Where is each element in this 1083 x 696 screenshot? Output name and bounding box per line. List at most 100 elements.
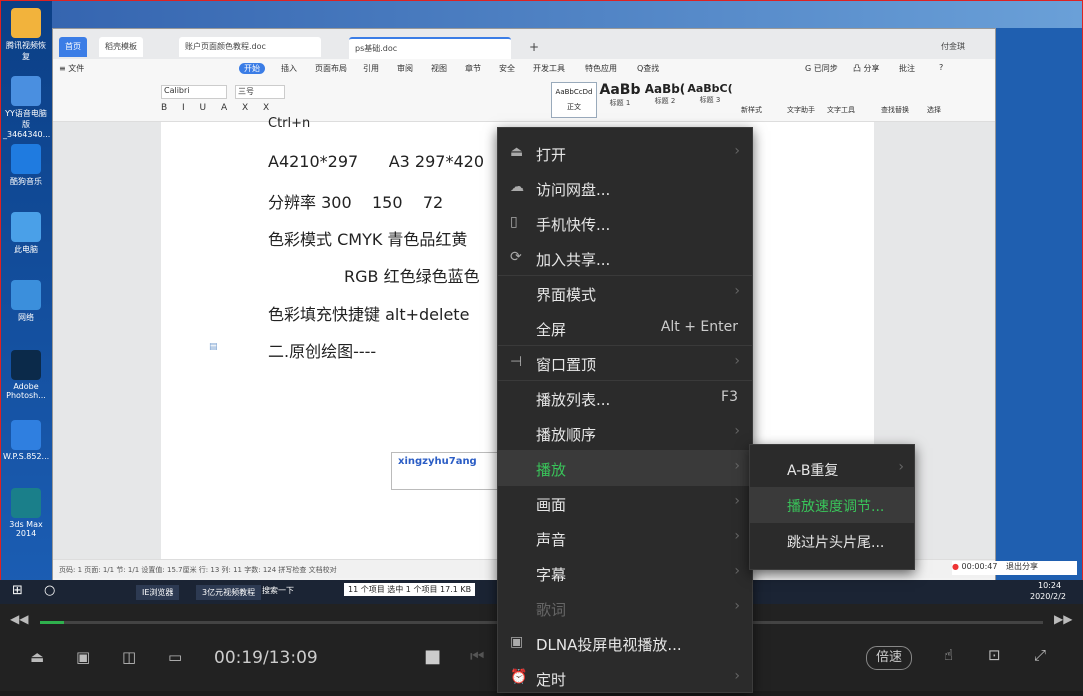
context-item-5[interactable]: 全屏 Alt + Enter <box>498 311 752 346</box>
menu-file[interactable]: ≡ 文件 <box>59 63 84 74</box>
style-h1-label: 标题 1 <box>609 99 631 107</box>
context-item-label: 界面模式 <box>536 286 597 304</box>
stop-icon[interactable]: ■ <box>424 646 441 667</box>
menu-references[interactable]: 引用 <box>363 63 379 74</box>
ime-input-box[interactable]: xingzyhu7ang <box>391 452 505 490</box>
context-item-13: 歌词 › <box>498 591 752 626</box>
desktop-icon-6[interactable]: W.P.S.852... <box>3 420 49 461</box>
play-submenu: A-B重复 › 播放速度调节... 跳过片头片尾... <box>749 444 915 570</box>
context-item-2[interactable]: ▯ 手机快传... <box>498 206 752 241</box>
seek-forward-icon[interactable]: ▶▶ <box>1054 612 1072 626</box>
context-item-4[interactable]: 界面模式 › <box>498 276 752 311</box>
style-normal[interactable]: AaBbCcDd 正文 <box>551 82 597 118</box>
desktop-icon-0[interactable]: 腾讯视频恢复 <box>3 8 49 62</box>
share-exit-button[interactable]: 退出分享 <box>1006 562 1038 571</box>
menu-special[interactable]: 特色应用 <box>585 63 617 74</box>
menu-view[interactable]: 视图 <box>431 63 447 74</box>
menu-chapter[interactable]: 章节 <box>465 63 481 74</box>
seek-back-icon[interactable]: ◀◀ <box>10 612 28 626</box>
windows-start-icon[interactable]: ⊞ <box>12 583 23 598</box>
menu-security[interactable]: 安全 <box>499 63 515 74</box>
context-item-1[interactable]: ☁ 访问网盘... <box>498 171 752 206</box>
menu-review[interactable]: 审阅 <box>397 63 413 74</box>
screenshot-icon[interactable]: ◫ <box>122 648 136 666</box>
menu-share[interactable]: 凸 分享 <box>853 63 880 74</box>
previous-icon[interactable]: ⏮ <box>470 646 484 666</box>
user-name[interactable]: 付金琪 <box>935 37 971 57</box>
font-family-select[interactable]: Calibri <box>161 85 227 99</box>
desktop-icon-5[interactable]: Adobe Photosh... <box>3 350 49 400</box>
tv-icon: ▣ <box>510 634 524 650</box>
select-button[interactable]: 选择 <box>927 105 941 115</box>
format-buttons[interactable]: B I U A X X <box>161 103 275 113</box>
desktop-icon-label: YY语音电脑版_3464340... <box>3 109 51 139</box>
desktop-icon-2[interactable]: 酷狗音乐 <box>3 144 49 187</box>
taskbar-item-ie[interactable]: IE浏览器 <box>136 585 180 600</box>
context-item-label: 播放顺序 <box>536 426 597 444</box>
context-item-9[interactable]: 播放 › <box>498 451 752 486</box>
share-icon: ⟳ <box>510 249 522 265</box>
context-item-label: 访问网盘... <box>536 181 611 199</box>
tab-doc-2[interactable]: ps基础.doc <box>349 37 511 59</box>
context-item-8[interactable]: 播放顺序 › <box>498 416 752 451</box>
menu-help[interactable]: ? <box>939 63 943 72</box>
folder-icon <box>11 8 41 38</box>
submenu-item-2[interactable]: 跳过片头片尾... <box>750 523 914 559</box>
menu-start[interactable]: 开始 <box>239 63 265 74</box>
context-item-label: 歌词 <box>536 601 567 619</box>
new-tab-button[interactable]: + <box>523 37 545 57</box>
context-item-12[interactable]: 字幕 › <box>498 556 752 591</box>
context-item-6[interactable]: ⊣ 窗口置顶 › <box>498 346 752 381</box>
style-heading-1[interactable]: AaBb 标题 1 <box>598 82 642 116</box>
menu-dev[interactable]: 开发工具 <box>533 63 565 74</box>
desktop-icon-label: 酷狗音乐 <box>10 177 42 186</box>
submenu-item-1[interactable]: 播放速度调节... <box>750 487 914 523</box>
find-replace-button[interactable]: 查找替换 <box>881 105 909 115</box>
style-normal-label: 正文 <box>567 103 581 111</box>
context-item-7[interactable]: 播放列表... F3 <box>498 381 752 416</box>
menu-search[interactable]: Q查找 <box>637 63 659 74</box>
desktop-icon-7[interactable]: 3ds Max 2014 <box>3 488 49 538</box>
font-size-select[interactable]: 三号 <box>235 85 285 99</box>
new-style-button[interactable]: 新样式 <box>741 105 762 115</box>
playlist-icon[interactable]: ▣ <box>76 648 90 666</box>
style-heading-3[interactable]: AaBbC( 标题 3 <box>687 82 733 116</box>
doc-line-1: A4210*297 A3 297*420 <box>268 152 485 171</box>
capture-icon[interactable]: ▭ <box>168 648 182 666</box>
style-heading-2[interactable]: AaBb( 标题 2 <box>643 82 687 116</box>
desktop-icon-4[interactable]: 网络 <box>3 280 49 323</box>
fullscreen-icon[interactable]: ⤢ <box>1034 646 1046 664</box>
text-assistant-button[interactable]: 文字助手 <box>787 105 815 115</box>
taskbar-item-search[interactable]: 搜索一下 <box>262 585 294 596</box>
speed-button[interactable]: 倍速 <box>866 646 912 670</box>
tab-home[interactable]: 首页 <box>59 37 87 57</box>
taskbar-item-video[interactable]: 3亿元视频教程 <box>196 585 262 600</box>
explorer-status: 11 个项目 选中 1 个项目 17.1 KB <box>344 583 476 596</box>
wps-menu-bar: ≡ 文件 开始 插入 页面布局 引用 审阅 视图 章节 安全 开发工具 特色应用… <box>53 59 995 80</box>
menu-layout[interactable]: 页面布局 <box>315 63 347 74</box>
style-h2-label: 标题 2 <box>654 97 676 105</box>
menu-insert[interactable]: 插入 <box>281 63 297 74</box>
eject-icon[interactable]: ⏏ <box>30 648 44 666</box>
context-item-10[interactable]: 画面 › <box>498 486 752 521</box>
desktop-top-strip <box>52 0 1083 28</box>
context-item-11[interactable]: 声音 › <box>498 521 752 556</box>
desktop-icon-1[interactable]: YY语音电脑版_3464340... <box>3 76 51 139</box>
context-item-0[interactable]: ⏏ 打开 › <box>498 136 752 171</box>
desktop-icon-label: 3ds Max 2014 <box>9 520 43 538</box>
context-item-14[interactable]: ▣ DLNA投屏电视播放... <box>498 626 752 661</box>
context-item-3[interactable]: ⟳ 加入共享... <box>498 241 752 276</box>
hand-icon[interactable]: ☝ <box>944 646 953 664</box>
menu-comment[interactable]: 批注 <box>899 63 915 74</box>
ime-input-text: xingzyhu7ang <box>398 456 477 467</box>
eject-icon: ⏏ <box>510 144 524 160</box>
submenu-item-0[interactable]: A-B重复 › <box>750 451 914 487</box>
tab-docer[interactable]: 稻壳模板 <box>99 37 143 57</box>
tab-doc-1[interactable]: 账户页面颜色教程.doc <box>179 37 321 57</box>
desktop-icon-3[interactable]: 此电脑 <box>3 212 49 255</box>
toolbox-icon[interactable]: ⊡ <box>988 646 1001 664</box>
menu-synced[interactable]: G 已同步 <box>805 63 838 74</box>
text-tools-button[interactable]: 文字工具 <box>827 105 855 115</box>
search-circle-icon[interactable]: ○ <box>44 583 55 598</box>
doc-line-2: 分辨率 300 150 72 <box>268 193 444 212</box>
